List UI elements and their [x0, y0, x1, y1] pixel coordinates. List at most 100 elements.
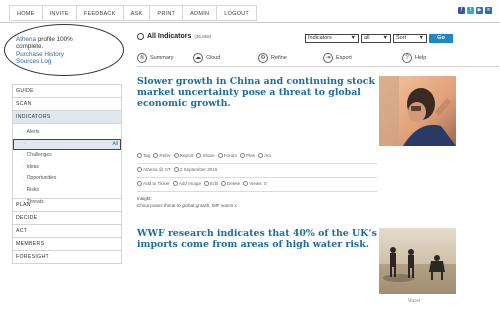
tool-plan[interactable]: Plan — [239, 153, 256, 158]
divider — [137, 191, 377, 192]
type-select[interactable]: Indicators ▼ — [305, 34, 359, 43]
sidebar-subitem-ideas[interactable]: Ideas — [13, 162, 121, 174]
linkedin-icon[interactable]: in — [485, 7, 492, 14]
op-add-image[interactable]: Add Image — [172, 181, 202, 186]
go-button[interactable]: Go — [429, 34, 453, 43]
nav-print[interactable]: PRINT — [149, 5, 183, 21]
tool-label: Forum — [223, 153, 237, 158]
facebook-icon[interactable]: f — [458, 7, 465, 14]
sidebar-item-indicators[interactable]: INDICATORS — [13, 111, 121, 124]
op-views-0[interactable]: Views: 0 — [243, 181, 267, 186]
op-edit[interactable]: Edit — [204, 181, 218, 186]
tool-forum[interactable]: Forum — [217, 153, 237, 158]
twitter-icon[interactable]: t — [467, 7, 474, 14]
user-icon — [137, 167, 142, 172]
article-1-byline: Athena @ ST 3 September 2015 — [137, 167, 217, 172]
tool-tag[interactable]: Tag — [137, 153, 150, 158]
sidebar-item-guide[interactable]: GUIDE — [13, 85, 121, 98]
settings-icon[interactable] — [137, 33, 144, 40]
tool-label: Delete — [226, 181, 241, 186]
sources-log-link[interactable]: Sources Log — [16, 58, 73, 65]
tool-label: Edit — [210, 181, 218, 186]
profile-completion-text: profile 100% — [35, 36, 73, 43]
indicators-header: All Indicators (35,869) — [137, 33, 211, 40]
sort-select[interactable]: Sort ▼ — [393, 34, 427, 43]
tool-act[interactable]: Act — [258, 153, 271, 158]
sidebar-item-decide[interactable]: DECIDE — [13, 212, 121, 225]
sidebar-subitem-opportunities[interactable]: Opportunities — [13, 173, 121, 185]
sidebar-subitem-risks[interactable]: Risks — [13, 185, 121, 197]
indicator-count: (35,869) — [194, 34, 212, 39]
sidebar: GUIDESCANINDICATORS AlertsAllChallengesI… — [12, 84, 122, 213]
tool-report[interactable]: Report — [173, 153, 193, 158]
nav-admin[interactable]: ADMIN — [182, 5, 217, 21]
divider — [137, 177, 377, 178]
export-icon: ⇥ — [323, 52, 333, 63]
sidebar-item-foresight[interactable]: FORESIGHT — [13, 251, 121, 264]
sidebar-item-act[interactable]: ACT — [13, 225, 121, 238]
action-label: Summary — [150, 54, 174, 61]
profile-summary: Athena profile 100% complete. Purchase H… — [16, 36, 73, 66]
nav-ask[interactable]: ASK — [122, 5, 150, 21]
add-to-ticker-icon — [137, 181, 142, 186]
scope-select[interactable]: all ▼ — [361, 34, 391, 43]
tool-share[interactable]: Share — [196, 153, 215, 158]
refine-icon: ⚙ — [258, 52, 268, 63]
sidebar-bottom: PLAN DECIDE ACT MEMBERS FORESIGHT — [12, 198, 122, 264]
tool-label: Views: 0 — [249, 181, 267, 186]
tag-icon — [137, 153, 142, 158]
article-1-image[interactable] — [379, 76, 456, 146]
refine-action[interactable]: ⚙ Refine — [258, 52, 287, 63]
purchase-history-link[interactable]: Purchase History — [16, 51, 73, 58]
plan-icon — [239, 153, 245, 158]
action-label: Refine — [271, 54, 287, 61]
insight-label: Insight: — [137, 196, 152, 201]
action-bar: ≋ Summary ☁ Cloud ⚙ Refine ⇥ Export ? Help — [137, 49, 499, 67]
headline-line: imports come from areas of high water ri… — [137, 239, 369, 250]
chevron-down-icon: ▼ — [350, 35, 356, 41]
nav-home[interactable]: HOME — [9, 5, 42, 21]
sidebar-item-scan[interactable]: SCAN — [13, 98, 121, 111]
export-action[interactable]: ⇥ Export — [323, 52, 352, 63]
headline-line: market uncertainty pose a threat to glob… — [137, 87, 361, 98]
tool-label: Add Image — [178, 181, 202, 186]
tool-label: Refer — [159, 153, 171, 158]
sidebar-item-members[interactable]: MEMBERS — [13, 238, 121, 251]
act-icon — [258, 153, 264, 158]
tool-label: Plan — [245, 153, 256, 158]
top-nav: HOME INVITE FEEDBACK ASK PRINT ADMIN LOG… — [9, 5, 258, 21]
article-2-image[interactable] — [379, 228, 456, 294]
refer-icon — [153, 153, 159, 158]
social-links: f t ▶ in — [458, 7, 492, 14]
article-1-headline[interactable]: Slower growth in China and continuing st… — [137, 76, 377, 109]
cloud-action[interactable]: ☁ Cloud — [193, 52, 220, 63]
article-1-tools: Tag Refer Report Share Forum Plan Act — [137, 153, 271, 158]
summary-action[interactable]: ≋ Summary — [137, 52, 174, 63]
add-image-icon — [172, 181, 178, 186]
sidebar-item-plan[interactable]: PLAN — [13, 199, 121, 212]
insight-text[interactable]: China poses threat to global growth, IMF… — [137, 202, 237, 209]
author-link[interactable]: Athena @ ST — [143, 167, 171, 172]
youtube-icon[interactable]: ▶ — [476, 7, 483, 14]
delete-icon — [220, 181, 226, 186]
nav-feedback[interactable]: FEEDBACK — [75, 5, 123, 21]
nav-invite[interactable]: INVITE — [41, 5, 76, 21]
sidebar-subitem-challenges[interactable]: Challenges — [13, 150, 121, 162]
cloud-icon: ☁ — [193, 52, 203, 63]
op-delete[interactable]: Delete — [220, 181, 241, 186]
sidebar-subitem-alerts[interactable]: Alerts — [13, 127, 121, 139]
action-label: Help — [415, 54, 427, 61]
sidebar-subitem-all[interactable]: All — [13, 138, 121, 151]
headline-line: WWF research indicates that 40% of the U… — [137, 228, 377, 239]
headline-line: economic growth. — [137, 98, 231, 109]
article-date: 3 September 2015 — [179, 167, 218, 172]
article-2-image-caption: Water — [408, 298, 421, 303]
article-1-insight: Insight: China poses threat to global gr… — [137, 195, 237, 209]
op-add-to-ticker[interactable]: Add to Ticker — [137, 181, 170, 186]
article-2-headline[interactable]: WWF research indicates that 40% of the U… — [137, 228, 377, 250]
profile-name-link[interactable]: Athena — [16, 36, 36, 43]
summary-icon: ≋ — [137, 52, 147, 63]
nav-logout[interactable]: LOGOUT — [216, 5, 258, 21]
help-action[interactable]: ? Help — [402, 52, 427, 63]
tool-refer[interactable]: Refer — [153, 153, 171, 158]
